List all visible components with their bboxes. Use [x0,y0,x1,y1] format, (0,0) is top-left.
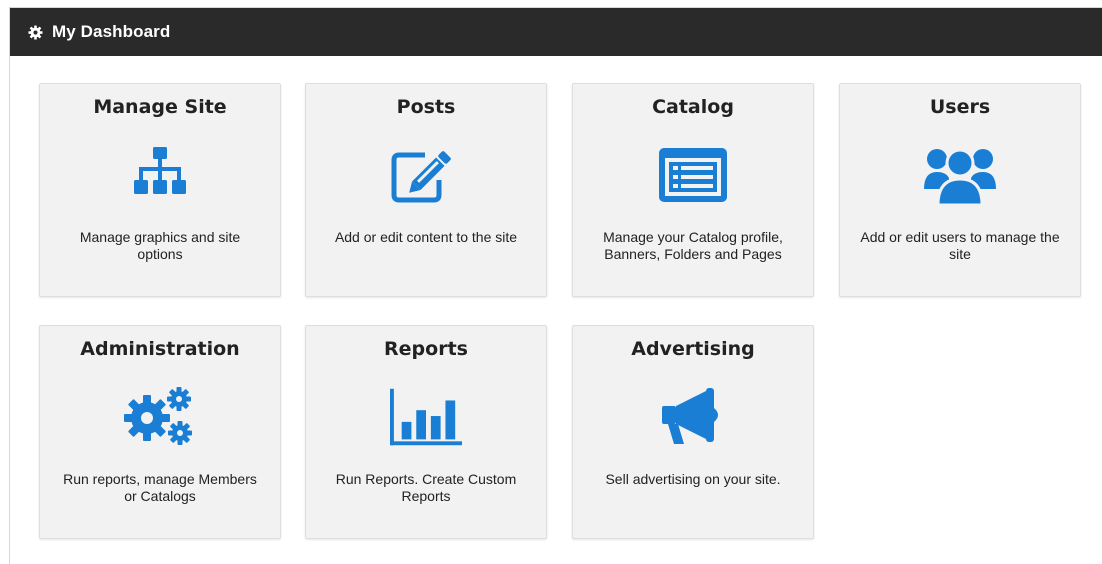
bar-chart-icon [390,384,462,450]
tile-title: Advertising [631,338,755,360]
tile-description: Add or edit content to the site [334,229,518,245]
tile-title: Users [929,96,991,118]
bullhorn-icon [657,384,729,450]
tile-administration[interactable]: Administration Run reports, manage Membe… [39,325,281,539]
tile-users[interactable]: Users Add or edit users to manage the si… [839,83,1081,297]
list-alt-icon [657,142,729,208]
tile-reports[interactable]: Reports Run Reports. Create Custom Repor… [305,325,547,539]
tile-title: Reports [384,338,468,360]
tile-description: Sell advertising on your site. [605,471,781,487]
tile-title: Manage Site [93,96,227,118]
tile-title: Posts [396,96,456,118]
tile-advertising[interactable]: Advertising Sell advertising on your sit… [572,325,814,539]
dashboard-panel: My Dashboard Manage Site Manage graphics [9,7,1102,564]
tile-title: Catalog [652,96,734,118]
tile-title: Administration [80,338,240,360]
tile-manage-site[interactable]: Manage Site Manage graphics and site opt… [39,83,281,297]
tile-description: Run reports, manage Members or Catalogs [63,471,257,504]
gear-icon [28,24,43,40]
dashboard-title: My Dashboard [52,22,171,41]
tile-description: Manage graphics and site options [79,229,241,262]
edit-icon [390,142,462,208]
dashboard-header: My Dashboard [10,8,1102,56]
users-icon [924,142,996,208]
gears-icon [124,384,196,450]
tile-catalog[interactable]: Catalog Manage your Catalog profile, Ban… [572,83,814,297]
tile-description: Add or edit users to manage the site [860,229,1060,262]
tile-posts[interactable]: Posts Add or edit content to the site [305,83,547,297]
tile-description: Run Reports. Create Custom Reports [335,471,517,504]
sitemap-icon [124,142,196,208]
tile-description: Manage your Catalog profile, Banners, Fo… [603,229,783,262]
